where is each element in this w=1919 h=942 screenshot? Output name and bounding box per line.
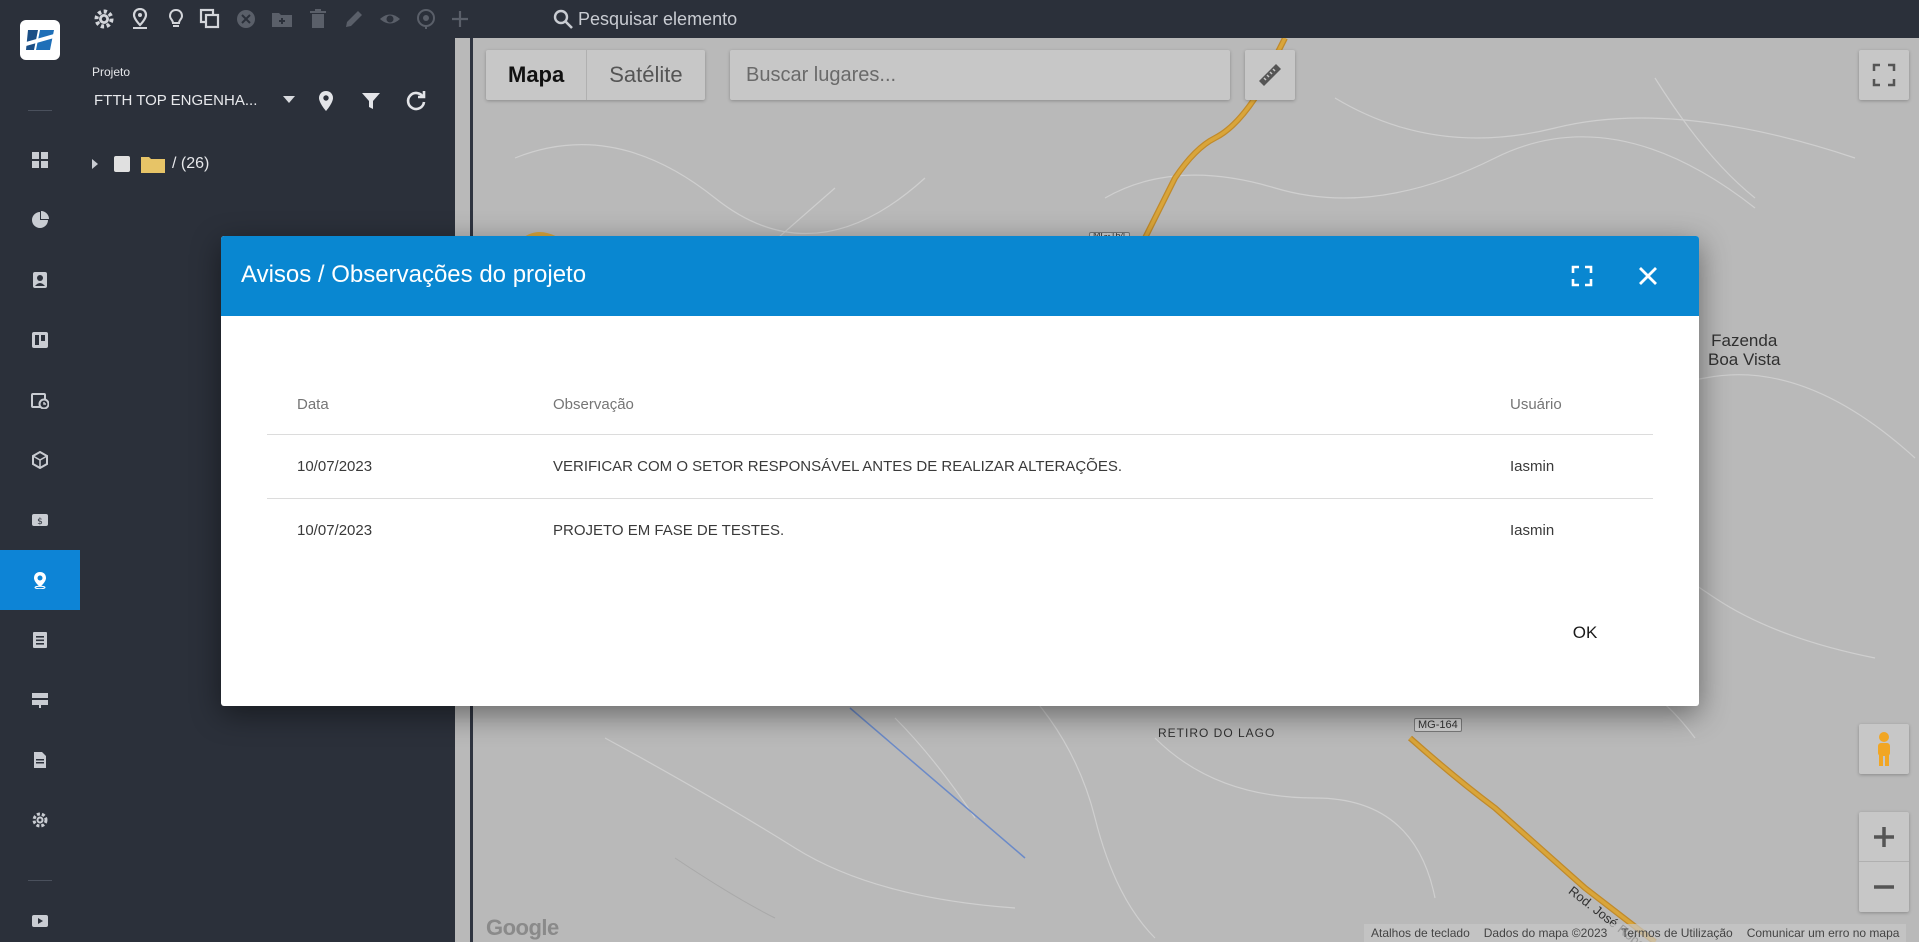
table-header-row: Data Observação Usuário	[267, 376, 1653, 435]
dialog-maximize-button[interactable]	[1566, 260, 1598, 292]
close-icon	[1639, 267, 1657, 285]
cell-user: Iasmin	[1510, 521, 1555, 539]
cell-user: Iasmin	[1480, 434, 1653, 499]
cell-observation: PROJETO EM FASE DE TESTES.	[553, 521, 785, 539]
column-header-observacao[interactable]: Observação	[523, 376, 1480, 435]
table-row[interactable]: 10/07/2023 PROJETO EM FASE DE TESTES. Ia…	[267, 498, 1653, 562]
cell-observation: VERIFICAR COM O SETOR RESPONSÁVEL ANTES …	[523, 434, 1480, 499]
cell-date: 10/07/2023	[297, 521, 373, 539]
fullscreen-icon	[1571, 265, 1593, 287]
cell-date: 10/07/2023	[267, 434, 523, 499]
ok-button[interactable]: OK	[1549, 614, 1621, 652]
notes-table: Data Observação Usuário 10/07/2023 VERIF…	[267, 376, 1653, 562]
table-row[interactable]: 10/07/2023 VERIFICAR COM O SETOR RESPONS…	[267, 434, 1653, 499]
dialog-close-button[interactable]	[1632, 260, 1664, 292]
column-header-usuario[interactable]: Usuário	[1480, 376, 1653, 435]
dialog-title: Avisos / Observações do projeto	[241, 261, 587, 288]
column-header-data[interactable]: Data	[267, 376, 523, 435]
project-notes-dialog: Avisos / Observações do projeto Data Obs…	[221, 236, 1699, 706]
dialog-header: Avisos / Observações do projeto	[221, 236, 1699, 316]
